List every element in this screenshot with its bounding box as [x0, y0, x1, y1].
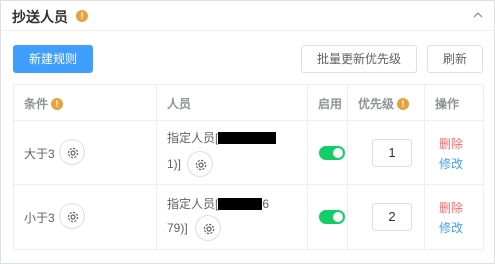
batch-update-priority-button[interactable]: 批量更新优先级	[301, 45, 417, 73]
refresh-button[interactable]: 刷新	[427, 45, 483, 73]
column-enabled: 启用	[308, 85, 348, 120]
edit-link[interactable]: 修改	[439, 219, 463, 236]
delete-link[interactable]: 删除	[439, 135, 463, 152]
new-rule-button[interactable]: 新建规则	[13, 45, 93, 73]
condition-text: 大于3	[24, 147, 55, 161]
column-action: 操作	[425, 85, 483, 120]
column-condition: 条件!	[14, 85, 157, 120]
column-priority-label: 优先级	[358, 97, 395, 111]
gear-icon	[195, 159, 207, 171]
chevron-up-icon[interactable]	[472, 9, 484, 21]
condition-settings-button[interactable]	[59, 203, 85, 229]
column-person-label: 人员	[167, 97, 192, 111]
table-row: 大于3 指定人员[ 1)] 1 删除 修改	[14, 121, 483, 185]
redacted-text	[218, 198, 263, 210]
column-enabled-label: 启用	[318, 97, 343, 111]
table-row: 小于3 指定人员[ 6 79)] 2 删除 修改	[14, 185, 483, 249]
info-icon: !	[397, 97, 410, 110]
column-action-label: 操作	[435, 97, 460, 111]
redacted-text	[218, 132, 277, 144]
cc-panel: 抄送人员 ! 新建规则 批量更新优先级 刷新 条件! 人员 启用 优先级! 操作	[0, 0, 495, 264]
column-person: 人员	[157, 85, 308, 120]
enabled-toggle[interactable]	[319, 210, 345, 224]
gear-icon	[67, 211, 79, 223]
person-text: 指定人员[	[167, 131, 219, 145]
info-icon: !	[76, 10, 88, 22]
gear-icon	[67, 147, 79, 159]
edit-link[interactable]: 修改	[439, 155, 463, 172]
condition-settings-button[interactable]	[59, 139, 85, 165]
condition-text: 小于3	[24, 211, 55, 225]
column-priority: 优先级!	[348, 85, 425, 120]
person-text-suffix: 79)]	[167, 221, 188, 235]
column-condition-label: 条件	[24, 97, 49, 111]
enabled-toggle[interactable]	[319, 146, 345, 160]
person-settings-button[interactable]	[195, 215, 221, 241]
person-text-suffix: 1)]	[167, 157, 182, 171]
panel-header: 抄送人员 !	[1, 1, 494, 31]
person-text-partial: 6	[262, 197, 270, 211]
panel-title: 抄送人员	[12, 9, 68, 25]
info-icon: !	[51, 97, 64, 110]
delete-link[interactable]: 删除	[439, 199, 463, 216]
gear-icon	[203, 223, 215, 235]
priority-input[interactable]: 1	[372, 139, 412, 167]
person-text: 指定人员[	[167, 197, 219, 211]
priority-input[interactable]: 2	[372, 203, 412, 231]
table-header-row: 条件! 人员 启用 优先级! 操作	[14, 85, 483, 121]
person-settings-button[interactable]	[187, 151, 213, 177]
rules-table: 条件! 人员 启用 优先级! 操作 大于3 指定人员[1)] 1 删除 修改 …	[13, 84, 484, 250]
